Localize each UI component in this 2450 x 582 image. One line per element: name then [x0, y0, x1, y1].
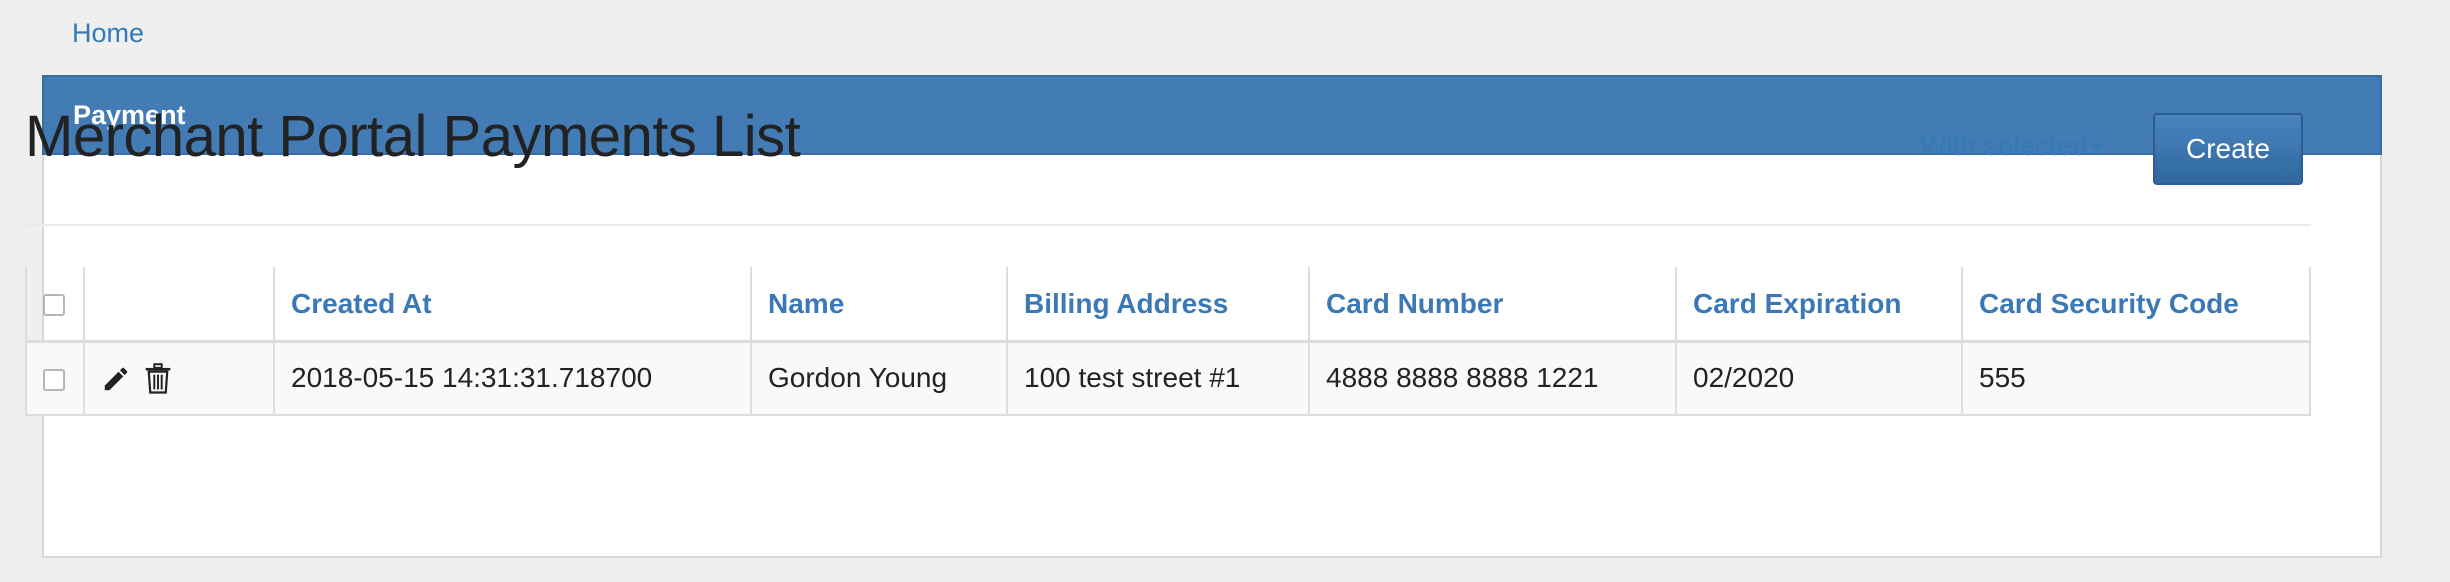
cell-card-number: 4888 8888 8888 1221: [1308, 340, 1677, 416]
row-checkbox[interactable]: [43, 368, 65, 391]
cell-name: Gordon Young: [750, 340, 1008, 416]
header-card-security-code[interactable]: Card Security Code: [1961, 267, 2311, 343]
breadcrumb-home-link[interactable]: Home: [72, 18, 144, 48]
cell-billing-address: 100 test street #1: [1006, 340, 1310, 416]
cell-created-at: 2018-05-15 14:31:31.718700: [273, 340, 752, 416]
divider: [25, 224, 2311, 226]
payments-table: Created At Name Billing Address Card Num…: [25, 267, 2311, 416]
page-title: Merchant Portal Payments List: [25, 104, 801, 169]
trash-icon[interactable]: [143, 363, 173, 395]
header-card-number[interactable]: Card Number: [1308, 267, 1677, 343]
row-select-cell: [25, 340, 85, 416]
breadcrumb: Home: [72, 16, 144, 50]
create-button[interactable]: Create: [2153, 113, 2303, 185]
with-selected-label: With selected: [1920, 130, 2089, 161]
cell-card-security-code: 555: [1961, 340, 2311, 416]
table-row: 2018-05-15 14:31:31.718700 Gordon Young …: [25, 340, 2311, 416]
actions-header: [83, 267, 275, 343]
table-header-row: Created At Name Billing Address Card Num…: [25, 267, 2311, 343]
pencil-icon[interactable]: [101, 364, 131, 394]
caret-down-icon: [2091, 144, 2106, 152]
cell-card-expiration: 02/2020: [1675, 340, 1963, 416]
header-created-at[interactable]: Created At: [273, 267, 752, 343]
select-all-checkbox[interactable]: [43, 294, 65, 317]
with-selected-dropdown[interactable]: With selected: [1920, 129, 2106, 163]
header-name[interactable]: Name: [750, 267, 1008, 343]
row-actions: [83, 340, 275, 416]
select-all-cell: [25, 267, 85, 343]
header-billing-address[interactable]: Billing Address: [1006, 267, 1310, 343]
header-card-expiration[interactable]: Card Expiration: [1675, 267, 1963, 343]
